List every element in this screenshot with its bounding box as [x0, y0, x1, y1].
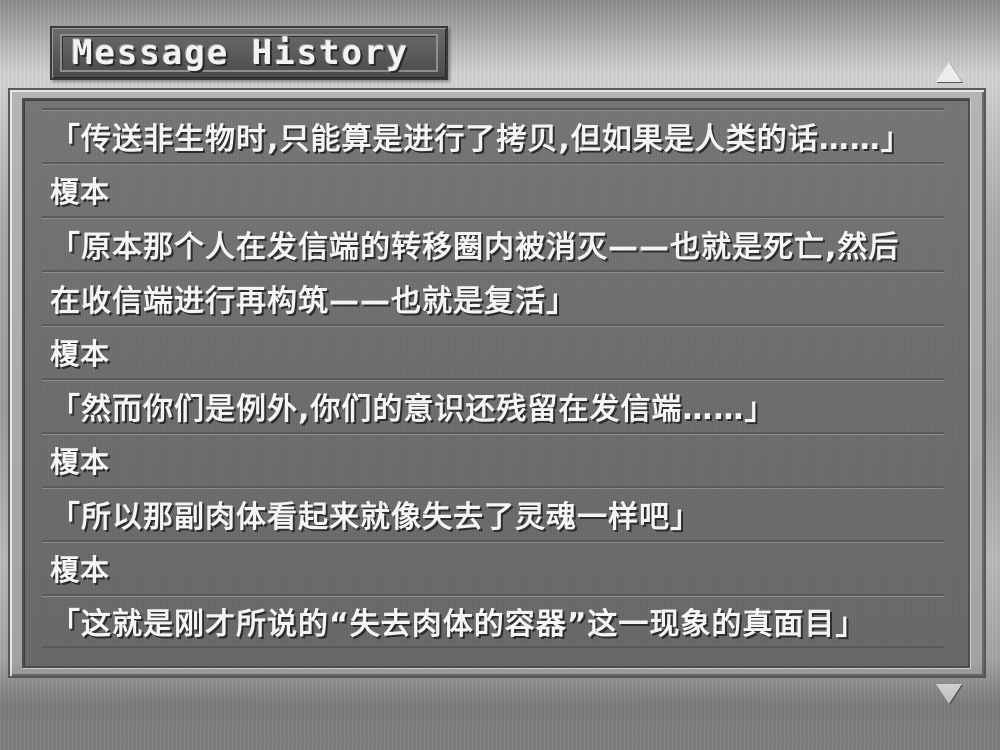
dialogue-line-continued: 在收信端进行再构筑——也就是复活」	[42, 270, 944, 324]
dialogue-line: 「原本那个人在发信端的转移圈内被消灭——也就是死亡,然后	[42, 216, 944, 270]
dialogue-line: 「所以那副肉体看起来就像失去了灵魂一样吧」	[42, 486, 944, 540]
speaker-name: 榎本	[42, 432, 944, 486]
message-list: 「传送非生物时,只能算是进行了拷贝,但如果是人类的话……」 榎本 「原本那个人在…	[42, 108, 944, 648]
speaker-name: 榎本	[42, 324, 944, 378]
speaker-name: 榎本	[42, 540, 944, 594]
message-history-title-plate: Message History	[50, 26, 448, 80]
speaker-name: 榎本	[42, 162, 944, 216]
dialogue-line: 「然而你们是例外,你们的意识还残留在发信端……」	[42, 378, 944, 432]
scroll-up-arrow-icon[interactable]	[936, 62, 962, 82]
title-frame: Message History	[60, 33, 438, 73]
dialogue-line: 「这就是刚才所说的“失去肉体的容器”这一现象的真面目」	[42, 594, 944, 648]
dialogue-line: 「传送非生物时,只能算是进行了拷贝,但如果是人类的话……」	[42, 108, 944, 162]
page-title: Message History	[72, 33, 410, 73]
scroll-down-arrow-icon[interactable]	[936, 684, 962, 704]
